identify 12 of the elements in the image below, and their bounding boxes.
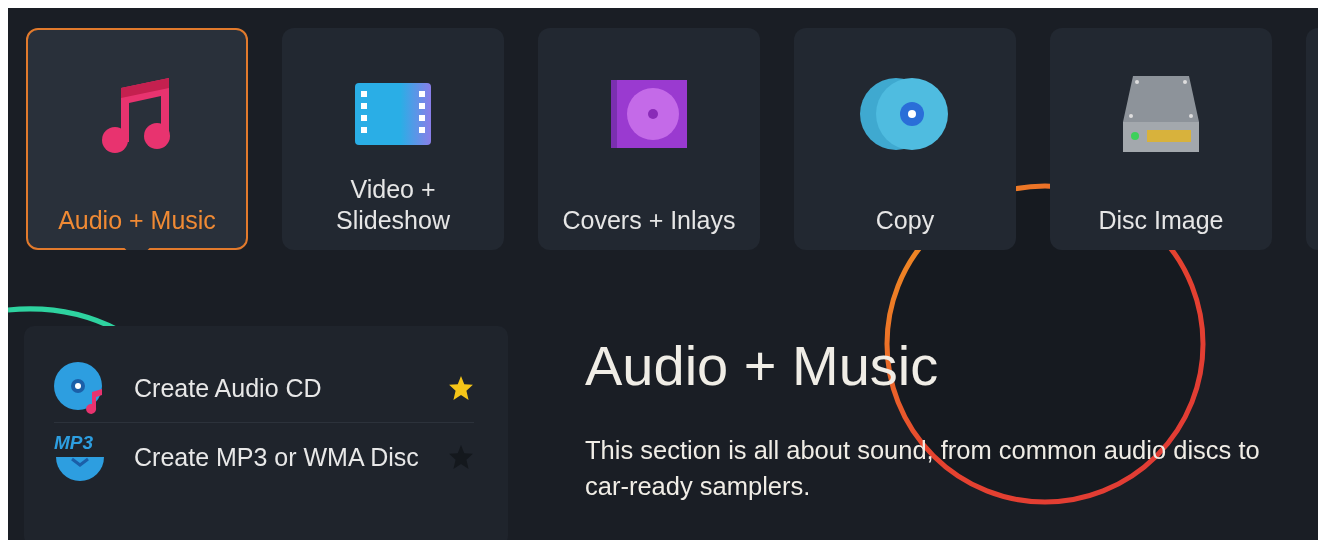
category-tile[interactable]: Covers + Inlays	[538, 28, 760, 250]
category-tile[interactable]: Copy	[794, 28, 1016, 250]
menu-item[interactable]: Create Audio CD	[54, 354, 474, 422]
category-tile[interactable]: Audio + Music	[26, 28, 248, 250]
category-tile[interactable]: Disc Image	[1050, 28, 1272, 250]
discs-icon	[860, 77, 950, 151]
category-tile[interactable]: Video + Slideshow	[282, 28, 504, 250]
menu-item[interactable]: MP3 Create MP3 or WMA Disc	[54, 422, 474, 491]
film-strip-icon	[355, 83, 431, 145]
star-icon[interactable]	[448, 375, 474, 401]
hard-drive-icon	[1123, 76, 1199, 152]
disc-case-icon	[611, 80, 687, 148]
